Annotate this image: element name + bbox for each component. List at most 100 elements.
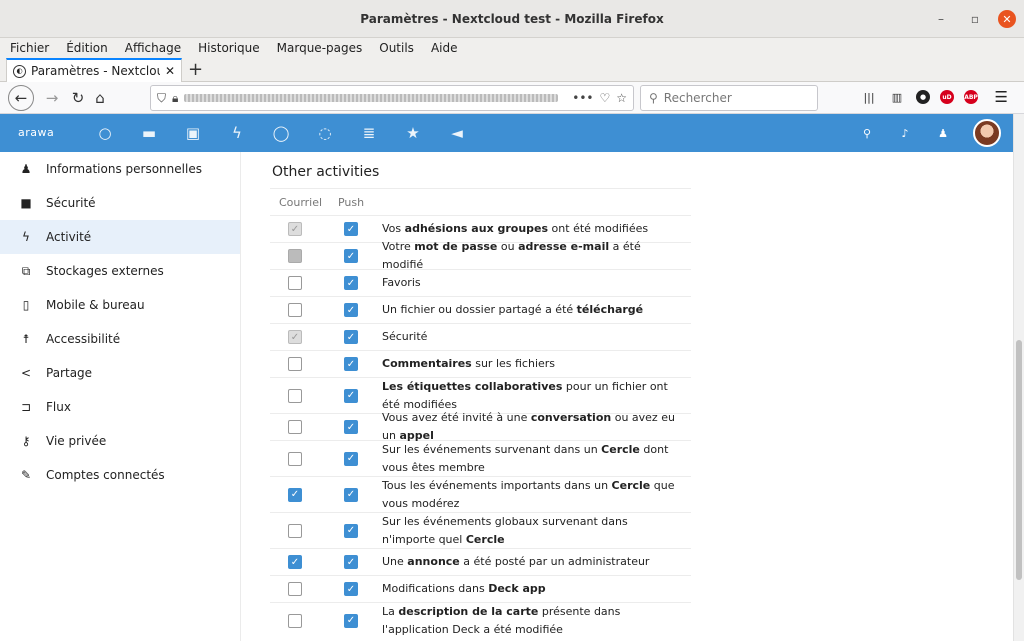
email-checkbox[interactable] bbox=[288, 523, 302, 538]
email-checkbox[interactable] bbox=[288, 276, 302, 290]
email-cell bbox=[270, 582, 320, 596]
push-checkbox[interactable]: ✓ bbox=[344, 276, 358, 290]
search-icon[interactable]: ⚲ bbox=[859, 127, 875, 140]
email-cell: ✓ bbox=[270, 487, 320, 502]
sidebar-toggle-icon[interactable]: ▥ bbox=[888, 88, 906, 106]
activity-label-part: adresse e-mail bbox=[518, 240, 610, 253]
padlock-icon[interactable]: 🔒︎ bbox=[172, 91, 178, 106]
activity-label-part: Cercle bbox=[601, 442, 640, 456]
photos-app-icon[interactable]: ▣ bbox=[171, 114, 215, 152]
email-checkbox[interactable] bbox=[288, 388, 302, 403]
push-checkbox[interactable]: ✓ bbox=[344, 388, 358, 403]
email-checkbox[interactable] bbox=[288, 582, 302, 596]
extension-dark-icon[interactable]: ● bbox=[916, 90, 930, 104]
url-text-redacted[interactable] bbox=[184, 94, 559, 102]
announcements-app-icon[interactable]: ◄ bbox=[435, 114, 479, 152]
sidebar-item-informations-personnelles[interactable]: ♟ Informations personnelles bbox=[0, 152, 240, 186]
dashboard-app-icon[interactable]: ○ bbox=[83, 114, 127, 152]
bookmark-star-icon[interactable]: ☆ bbox=[616, 91, 627, 105]
deck-app-icon[interactable]: ≣ bbox=[347, 114, 391, 152]
sidebar-item-securite[interactable]: ■ Sécurité bbox=[0, 186, 240, 220]
menu-historique[interactable]: Historique bbox=[198, 41, 260, 55]
avatar[interactable] bbox=[973, 119, 1001, 147]
email-checkbox[interactable] bbox=[288, 303, 302, 317]
tab-close-icon[interactable]: ✕ bbox=[165, 64, 175, 78]
notifications-bell-icon[interactable]: ♪ bbox=[897, 127, 913, 140]
hamburger-menu-icon[interactable]: ☰ bbox=[995, 88, 1008, 106]
sidebar-item-accessibilite[interactable]: ☨ Accessibilité bbox=[0, 322, 240, 356]
push-checkbox[interactable]: ✓ bbox=[344, 249, 358, 263]
url-bar[interactable]: ⛉ 🔒︎ ••• ♡ ☆ bbox=[150, 85, 634, 111]
push-checkbox[interactable]: ✓ bbox=[344, 555, 358, 569]
sidebar-item-activite[interactable]: ϟ Activité bbox=[0, 220, 240, 254]
new-tab-button[interactable]: + bbox=[188, 59, 203, 80]
push-checkbox[interactable]: ✓ bbox=[344, 451, 358, 466]
push-checkbox[interactable]: ✓ bbox=[344, 487, 358, 502]
flux-icon: ⊐ bbox=[20, 400, 32, 414]
activity-label: Sur les événements globaux survenant dan… bbox=[382, 509, 691, 553]
sidebar-item-label: Informations personnelles bbox=[46, 162, 202, 176]
circles-app-icon[interactable]: ◌ bbox=[303, 114, 347, 152]
push-checkbox[interactable]: ✓ bbox=[344, 420, 358, 434]
push-cell: ✓ bbox=[320, 303, 382, 317]
back-arrow-icon[interactable]: ← bbox=[8, 85, 34, 111]
activity-label-part: Les étiquettes collaboratives bbox=[382, 379, 563, 393]
email-checkbox[interactable] bbox=[288, 613, 302, 628]
email-checkbox[interactable] bbox=[288, 420, 302, 434]
search-input[interactable]: ⚲ Rechercher bbox=[640, 85, 818, 111]
email-cell bbox=[270, 420, 320, 434]
reload-icon[interactable]: ↻ bbox=[66, 86, 90, 110]
activity-label: Une annonce a été posté par un administr… bbox=[382, 549, 691, 575]
email-checkbox[interactable]: ✓ bbox=[288, 555, 302, 569]
close-window-icon[interactable]: ✕ bbox=[998, 10, 1016, 28]
home-icon[interactable]: ⌂ bbox=[88, 86, 112, 110]
activity-label-part: Cercle bbox=[611, 478, 651, 492]
menu-fichier[interactable]: Fichier bbox=[10, 41, 49, 55]
sidebar-item-vie-privee[interactable]: ⚷ Vie privée bbox=[0, 424, 240, 458]
ublock-icon[interactable]: uD bbox=[940, 90, 954, 104]
menu-affichage[interactable]: Affichage bbox=[125, 41, 181, 55]
files-app-icon[interactable]: ▬ bbox=[127, 114, 171, 152]
favorites-app-icon[interactable]: ★ bbox=[391, 114, 435, 152]
sidebar-item-partage[interactable]: < Partage bbox=[0, 356, 240, 390]
menu-edition[interactable]: Édition bbox=[66, 41, 108, 55]
tab-parametres[interactable]: ◐ Paramètres - Nextcloud t ✕ bbox=[6, 58, 182, 82]
email-checkbox[interactable]: ✓ bbox=[288, 487, 302, 502]
tracking-shield-icon[interactable]: ⛉ bbox=[157, 91, 166, 106]
email-checkbox[interactable] bbox=[288, 357, 302, 371]
activity-app-icon[interactable]: ϟ bbox=[215, 114, 259, 152]
push-cell: ✓ bbox=[320, 582, 382, 596]
push-checkbox[interactable]: ✓ bbox=[344, 303, 358, 317]
push-checkbox[interactable]: ✓ bbox=[344, 613, 358, 628]
sidebar-item-flux[interactable]: ⊐ Flux bbox=[0, 390, 240, 424]
menu-outils[interactable]: Outils bbox=[379, 41, 414, 55]
page-actions-icon[interactable]: ••• bbox=[572, 91, 593, 105]
email-checkbox[interactable] bbox=[288, 451, 302, 466]
push-cell: ✓ bbox=[320, 487, 382, 502]
menu-marque-pages[interactable]: Marque-pages bbox=[277, 41, 363, 55]
maximize-icon[interactable]: ▫ bbox=[964, 8, 986, 30]
activity-label-part: Sécurité bbox=[382, 330, 428, 343]
sidebar-item-comptes-connectes[interactable]: ✎ Comptes connectés bbox=[0, 458, 240, 492]
forward-arrow-icon[interactable]: → bbox=[40, 86, 64, 110]
pocket-icon[interactable]: ♡ bbox=[599, 91, 610, 105]
push-checkbox[interactable]: ✓ bbox=[344, 582, 358, 596]
minimize-icon[interactable]: – bbox=[930, 8, 952, 30]
library-icon[interactable]: ||| bbox=[860, 88, 878, 106]
contacts-icon[interactable]: ♟ bbox=[935, 127, 951, 140]
push-checkbox[interactable]: ✓ bbox=[344, 222, 358, 236]
page-scrollbar-thumb[interactable] bbox=[1016, 340, 1022, 580]
adblock-plus-icon[interactable]: ABP bbox=[964, 90, 978, 104]
activity-label: Sécurité bbox=[382, 324, 691, 350]
sidebar-item-mobile-bureau[interactable]: ▯ Mobile & bureau bbox=[0, 288, 240, 322]
talk-app-icon[interactable]: ◯ bbox=[259, 114, 303, 152]
push-checkbox[interactable]: ✓ bbox=[344, 523, 358, 538]
menu-aide[interactable]: Aide bbox=[431, 41, 458, 55]
email-cell: ✓ bbox=[270, 222, 320, 236]
nextcloud-logo[interactable]: arawa bbox=[18, 126, 54, 139]
sidebar-item-stockages-externes[interactable]: ⧉ Stockages externes bbox=[0, 254, 240, 288]
navigation-toolbar: ← → ↻ ⌂ ⛉ 🔒︎ ••• ♡ ☆ ⚲ Rechercher ||| ▥ … bbox=[0, 82, 1024, 114]
push-checkbox[interactable]: ✓ bbox=[344, 330, 358, 344]
push-checkbox[interactable]: ✓ bbox=[344, 357, 358, 371]
email-cell bbox=[270, 357, 320, 371]
